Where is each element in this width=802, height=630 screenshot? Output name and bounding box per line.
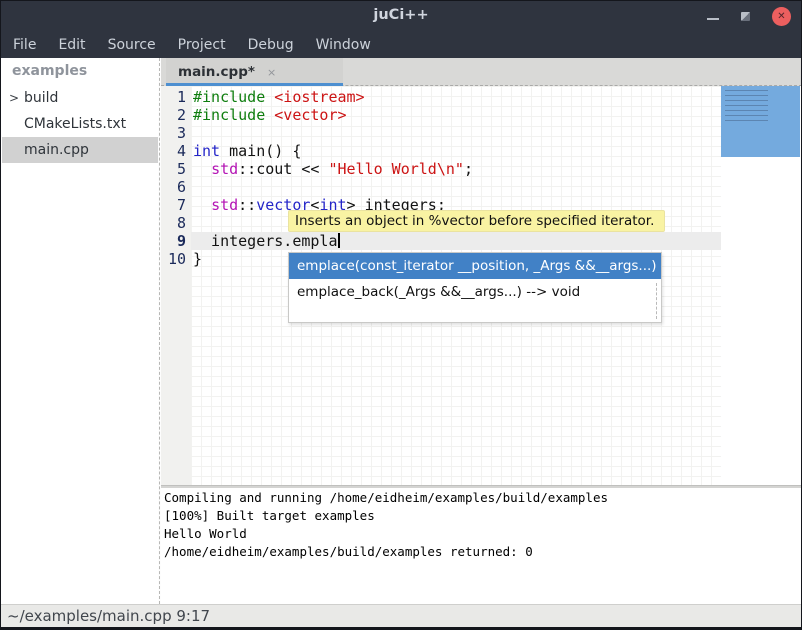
code-token: :: — [238, 196, 256, 214]
minimap-viewport[interactable] — [721, 86, 800, 157]
app-window: juCi++ ✕ FileEditSourceProjectDebugWindo… — [0, 0, 802, 630]
close-button[interactable]: ✕ — [772, 7, 791, 26]
code-token: "Hello World\n" — [328, 160, 463, 178]
code-token: ::cout << — [238, 160, 328, 178]
code-token: int — [193, 142, 220, 160]
line-number: 5 — [161, 160, 191, 178]
line-number: 10 — [161, 250, 191, 268]
tree-item-label: CMakeLists.txt — [24, 116, 126, 132]
line-number: 4 — [161, 142, 191, 160]
file-tree-sidebar: examples > build CMakeLists.txt main.cpp — [2, 58, 158, 604]
code-token: std — [211, 160, 238, 178]
menubar: FileEditSourceProjectDebugWindow — [1, 31, 801, 58]
code-token: main() { — [220, 142, 301, 160]
code-line-2[interactable]: #include <vector> — [191, 106, 721, 124]
output-line: [100%] Built target examples — [164, 507, 802, 525]
code-token — [193, 196, 211, 214]
code-token — [265, 88, 274, 106]
tree-item-cmakelists-txt[interactable]: CMakeLists.txt — [2, 111, 158, 137]
status-file-path: ~/examples/main.cpp — [7, 607, 172, 625]
line-number: 9 — [161, 232, 191, 250]
output-line: Compiling and running /home/eidheim/exam… — [164, 489, 802, 507]
tab-close-icon[interactable]: × — [267, 66, 276, 79]
menu-item-debug[interactable]: Debug — [237, 33, 305, 57]
project-name: examples — [2, 58, 158, 85]
code-token: ; — [464, 160, 473, 178]
minimize-icon[interactable] — [707, 18, 719, 20]
line-number: 6 — [161, 178, 191, 196]
code-token — [265, 106, 274, 124]
build-output-panel[interactable]: Compiling and running /home/eidheim/exam… — [161, 488, 802, 604]
code-token — [193, 160, 211, 178]
main-pane: main.cpp* × 12345678910 #include <iostre… — [161, 58, 802, 604]
chevron-right-icon[interactable]: > — [9, 85, 19, 111]
window-controls: ✕ — [707, 1, 791, 31]
status-bar: ~/examples/main.cpp 9:17 — [1, 604, 801, 628]
tree-item-label: main.cpp — [24, 142, 89, 158]
status-cursor-position: 9:17 — [176, 607, 210, 625]
restore-icon[interactable] — [741, 12, 750, 21]
tab-bar: main.cpp* × — [161, 58, 802, 86]
code-token: integers.empla — [193, 232, 338, 250]
code-token: <iostream> — [274, 88, 364, 106]
code-line-4[interactable]: int main() { — [191, 142, 721, 160]
tab-label: main.cpp* — [178, 64, 255, 80]
code-line-9[interactable]: integers.empla — [191, 232, 721, 250]
tree-item-main-cpp[interactable]: main.cpp — [2, 137, 158, 163]
doc-tooltip: Inserts an object in %vector before spec… — [288, 210, 665, 232]
window-title: juCi++ — [1, 7, 801, 23]
line-number: 2 — [161, 106, 191, 124]
text-cursor — [338, 233, 340, 248]
menu-item-project[interactable]: Project — [167, 33, 237, 57]
tree-item-build[interactable]: > build — [2, 85, 158, 111]
line-number: 7 — [161, 196, 191, 214]
line-number: 3 — [161, 124, 191, 142]
output-line: /home/eidheim/examples/build/examples re… — [164, 543, 802, 561]
completion-item[interactable]: emplace(const_iterator __position, _Args… — [289, 253, 661, 279]
menu-item-source[interactable]: Source — [97, 33, 167, 57]
tree-item-label: build — [24, 90, 58, 106]
file-tree: > build CMakeLists.txt main.cpp — [2, 85, 158, 163]
tab-main-cpp[interactable]: main.cpp* × — [166, 58, 343, 86]
completion-popup: emplace(const_iterator __position, _Args… — [288, 252, 662, 323]
menu-item-edit[interactable]: Edit — [47, 33, 96, 57]
titlebar[interactable]: juCi++ ✕ — [1, 1, 801, 31]
output-line: Hello World — [164, 525, 802, 543]
code-token: #include — [193, 88, 265, 106]
code-line-3[interactable] — [191, 124, 721, 142]
code-token: std — [211, 196, 238, 214]
completion-item[interactable]: emplace_back(_Args &&__args...) --> void — [289, 279, 661, 305]
line-number: 1 — [161, 88, 191, 106]
code-line-6[interactable] — [191, 178, 721, 196]
menu-item-window[interactable]: Window — [305, 33, 382, 57]
code-token: } — [193, 250, 202, 268]
menu-item-file[interactable]: File — [2, 33, 47, 57]
minimap-column — [721, 86, 802, 485]
code-line-1[interactable]: #include <iostream> — [191, 88, 721, 106]
line-number: 8 — [161, 214, 191, 232]
code-line-5[interactable]: std::cout << "Hello World\n"; — [191, 160, 721, 178]
line-number-gutter: 12345678910 — [161, 86, 191, 485]
code-token: #include — [193, 106, 265, 124]
code-token: <vector> — [274, 106, 346, 124]
